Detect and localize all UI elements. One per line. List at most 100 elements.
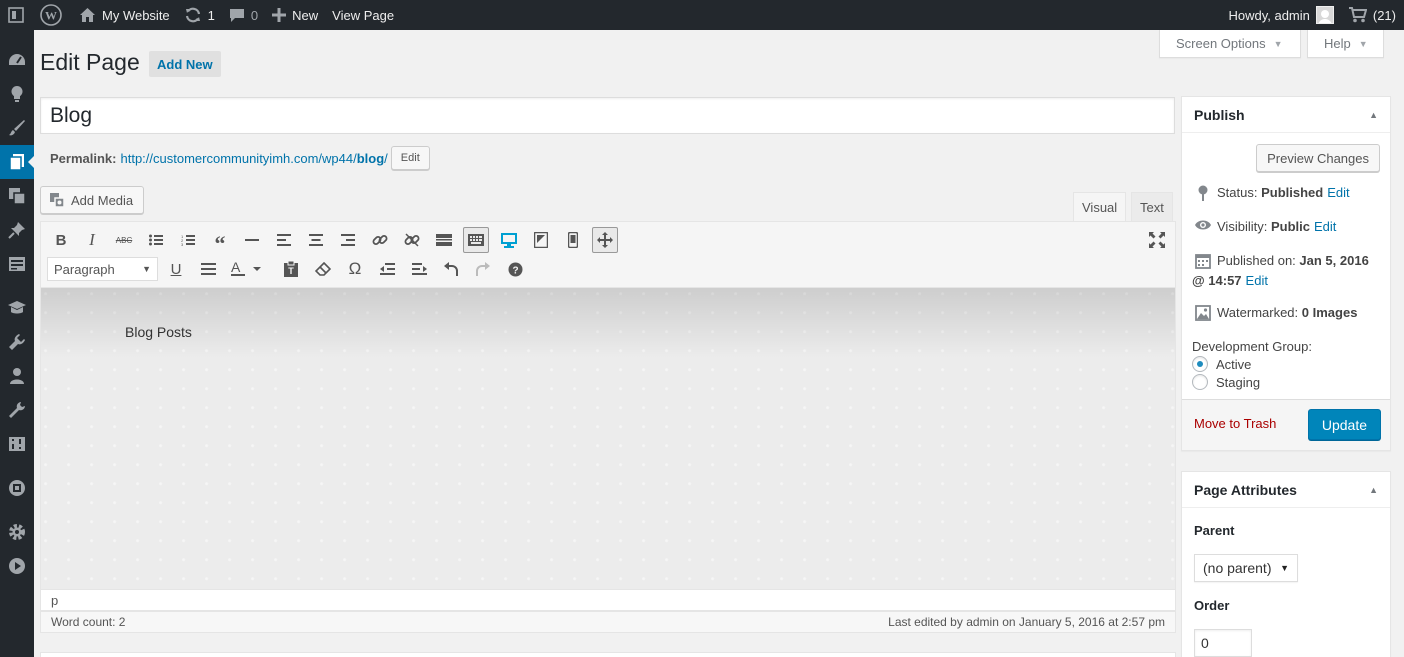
add-media-button[interactable]: Add Media xyxy=(40,186,145,214)
cart-count: (21) xyxy=(1372,7,1396,23)
screen-options-button[interactable]: Screen Options ▼ xyxy=(1159,30,1301,58)
permalink-link[interactable]: http://customercommunityimh.com/wp44/blo… xyxy=(120,151,387,166)
tab-text[interactable]: Text xyxy=(1131,192,1173,221)
publish-box-header[interactable]: Publish ▲ xyxy=(1182,97,1390,133)
seo-icon[interactable] xyxy=(0,471,34,505)
bold-icon[interactable]: B xyxy=(48,227,74,253)
radio-staging[interactable] xyxy=(1192,374,1208,390)
word-count: Word count: 2 xyxy=(51,615,126,629)
post-title-input[interactable]: Blog xyxy=(40,97,1175,134)
desktop-preview-icon[interactable] xyxy=(496,227,522,253)
updates-count: 1 xyxy=(207,7,215,23)
collapse-arrow-icon[interactable]: ▲ xyxy=(1369,485,1378,495)
undo-icon[interactable] xyxy=(438,256,464,282)
edit-date-link[interactable]: Edit xyxy=(1246,271,1268,291)
svg-text:?: ? xyxy=(512,265,518,276)
paste-text-icon[interactable]: T xyxy=(278,256,304,282)
dev-group-option-staging[interactable]: Staging xyxy=(1192,374,1260,390)
insert-link-icon[interactable] xyxy=(367,227,393,253)
edit-visibility-link[interactable]: Edit xyxy=(1314,219,1336,234)
parent-select[interactable]: (no parent) ▼ xyxy=(1194,554,1298,582)
users-icon[interactable] xyxy=(0,359,34,393)
read-more-icon[interactable] xyxy=(431,227,457,253)
help-question-icon[interactable]: ? xyxy=(502,256,528,282)
education-icon[interactable] xyxy=(0,291,34,325)
dashboard-icon[interactable] xyxy=(0,43,34,77)
visibility-value: Public xyxy=(1270,219,1310,234)
order-input[interactable]: 0 xyxy=(1194,629,1252,657)
move-to-trash-link[interactable]: Move to Trash xyxy=(1194,416,1276,431)
site-name-link[interactable]: My Website xyxy=(72,0,177,30)
bullet-list-icon[interactable] xyxy=(143,227,169,253)
permalink-base: http://customercommunityimh.com/wp44/ xyxy=(120,150,357,166)
help-button[interactable]: Help ▼ xyxy=(1307,30,1384,58)
fullscreen-icon[interactable] xyxy=(1144,227,1170,253)
unlink-icon[interactable] xyxy=(399,227,425,253)
caret-down-icon: ▼ xyxy=(142,264,151,274)
dev-group-option-active[interactable]: Active xyxy=(1192,356,1251,372)
add-media-icon xyxy=(49,192,65,208)
gear-icon[interactable] xyxy=(0,515,34,549)
media-icon[interactable] xyxy=(0,179,34,213)
indent-icon[interactable] xyxy=(406,256,432,282)
justify-icon[interactable] xyxy=(195,256,221,282)
tools-wrench-icon[interactable] xyxy=(0,393,34,427)
horizontal-line-icon[interactable] xyxy=(239,227,265,253)
lightbulb-icon[interactable] xyxy=(0,77,34,111)
calendar-icon xyxy=(1192,253,1214,269)
forms-icon[interactable] xyxy=(0,247,34,281)
play-icon[interactable] xyxy=(0,549,34,583)
page-attributes-header[interactable]: Page Attributes ▲ xyxy=(1182,472,1390,508)
radio-active[interactable] xyxy=(1192,356,1208,372)
wordpress-logo-icon[interactable]: W xyxy=(40,4,62,26)
cart-link[interactable]: (21) xyxy=(1341,0,1404,30)
plugins-icon[interactable] xyxy=(0,325,34,359)
add-new-button[interactable]: Add New xyxy=(149,51,221,77)
blockquote-icon[interactable]: “ xyxy=(207,227,233,256)
tablet-preview-icon[interactable] xyxy=(528,227,554,253)
align-left-icon[interactable] xyxy=(271,227,297,253)
permalink-label: Permalink: xyxy=(50,150,117,166)
format-select[interactable]: Paragraph ▼ xyxy=(47,257,158,281)
settings-sliders-icon[interactable] xyxy=(0,427,34,461)
outdent-icon[interactable] xyxy=(374,256,400,282)
editor-content-area[interactable]: Blog Posts xyxy=(40,288,1176,590)
collapse-sidebar-icon[interactable] xyxy=(8,7,24,23)
underline-icon[interactable]: U xyxy=(163,256,189,282)
posts-brush-icon[interactable] xyxy=(0,111,34,145)
updates-link[interactable]: 1 xyxy=(177,0,222,30)
screen-options-label: Screen Options xyxy=(1176,36,1266,51)
redo-icon[interactable] xyxy=(470,256,496,282)
toolbar-toggle-icon[interactable] xyxy=(463,227,489,253)
wp-logo-menu[interactable]: W xyxy=(0,0,72,30)
published-date-row: Published on: Jan 5, 2016 xyxy=(1192,251,1382,271)
clear-formatting-icon[interactable] xyxy=(310,256,336,282)
parent-select-value: (no parent) xyxy=(1203,560,1272,576)
update-button[interactable]: Update xyxy=(1307,409,1381,440)
editor-element-path[interactable]: p xyxy=(40,590,1176,611)
home-icon xyxy=(79,7,96,23)
edit-slug-button[interactable]: Edit xyxy=(390,146,430,170)
collapse-arrow-icon[interactable]: ▲ xyxy=(1369,110,1378,120)
strikethrough-icon[interactable]: ABC xyxy=(111,227,137,253)
new-content-link[interactable]: New xyxy=(265,0,325,30)
mobile-preview-icon[interactable] xyxy=(560,227,586,253)
pin-icon[interactable] xyxy=(0,213,34,247)
published-date: Jan 5, 2016 xyxy=(1299,253,1369,268)
align-right-icon[interactable] xyxy=(335,227,361,253)
italic-icon[interactable]: I xyxy=(79,227,105,253)
pages-icon[interactable] xyxy=(0,145,34,179)
my-account-link[interactable]: Howdy, admin xyxy=(1221,0,1340,30)
align-center-icon[interactable] xyxy=(303,227,329,253)
svg-text:A: A xyxy=(231,261,241,275)
numbered-list-icon[interactable]: 123 xyxy=(175,227,201,253)
comments-link[interactable]: 0 xyxy=(222,0,265,30)
preview-changes-button[interactable]: Preview Changes xyxy=(1256,144,1380,172)
text-color-icon[interactable]: A xyxy=(227,256,269,282)
tab-visual[interactable]: Visual xyxy=(1073,192,1127,221)
move-arrows-icon[interactable] xyxy=(592,227,618,253)
eye-icon xyxy=(1192,219,1214,231)
special-character-icon[interactable]: Ω xyxy=(342,256,368,282)
edit-status-link[interactable]: Edit xyxy=(1327,185,1349,200)
view-page-link[interactable]: View Page xyxy=(325,0,401,30)
